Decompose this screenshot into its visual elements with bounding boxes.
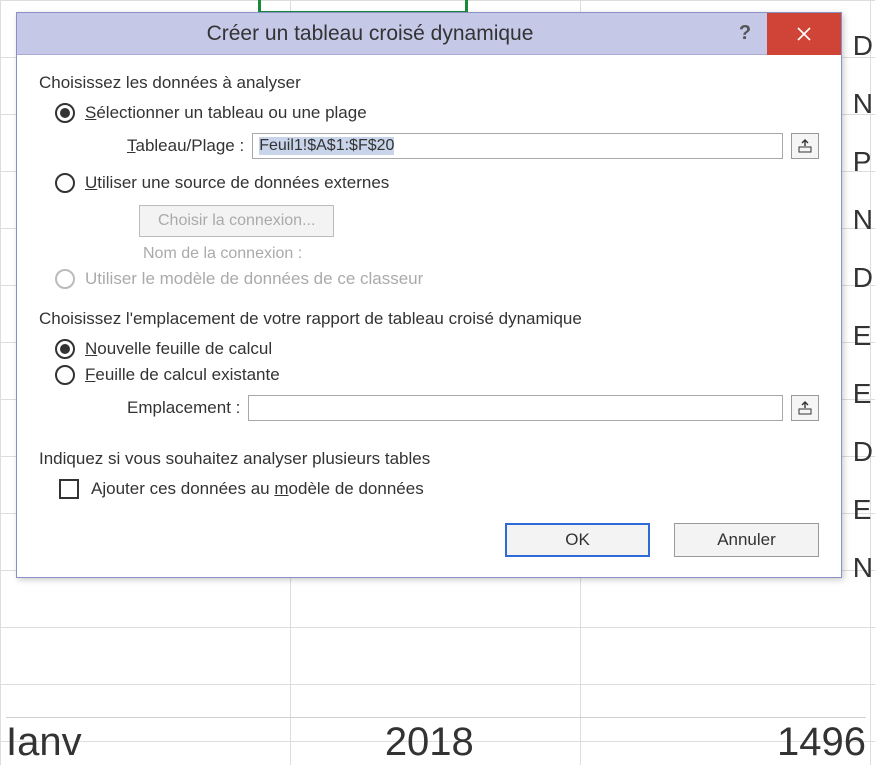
checkbox-add-to-model[interactable]: Ajouter ces données au modèle de données — [59, 479, 819, 499]
radio-new-sheet[interactable]: Nouvelle feuille de calcul — [55, 339, 819, 359]
checkbox-add-to-model-label: Ajouter ces données au modèle de données — [91, 479, 424, 499]
checkbox-icon — [59, 479, 79, 499]
table-range-value: Feuil1!$A$1:$F$20 — [259, 137, 394, 155]
titlebar[interactable]: Créer un tableau croisé dynamique ? — [17, 13, 841, 55]
radio-data-model: Utiliser le modèle de données de ce clas… — [55, 269, 819, 289]
choose-connection-button: Choisir la connexion... — [139, 205, 334, 237]
section-analyze-label: Choisissez les données à analyser — [39, 73, 819, 93]
close-button[interactable] — [767, 13, 841, 55]
radio-icon — [55, 339, 75, 359]
section-multi-tables-label: Indiquez si vous souhaitez analyser plus… — [39, 449, 819, 469]
ok-button[interactable]: OK — [505, 523, 650, 557]
background-column: D N P N D E E D E N — [853, 30, 873, 584]
radio-existing-sheet[interactable]: Feuille de calcul existante — [55, 365, 819, 385]
connection-name-label: Nom de la connexion : — [143, 245, 819, 263]
collapse-icon — [798, 139, 812, 153]
help-button[interactable]: ? — [723, 13, 767, 55]
table-range-input[interactable]: Feuil1!$A$1:$F$20 — [252, 133, 783, 159]
pivot-dialog: Créer un tableau croisé dynamique ? Choi… — [16, 12, 842, 578]
collapse-icon — [798, 401, 812, 415]
radio-new-sheet-label: Nouvelle feuille de calcul — [85, 339, 272, 359]
radio-icon — [55, 365, 75, 385]
background-row: Ianv 2018 1496 — [6, 717, 866, 765]
close-icon — [796, 26, 812, 42]
cancel-button[interactable]: Annuler — [674, 523, 819, 557]
radio-select-range[interactable]: Sélectionner un tableau ou une plage — [55, 103, 819, 123]
table-range-label: Tableau/Plage : — [127, 136, 244, 156]
radio-existing-sheet-label: Feuille de calcul existante — [85, 365, 280, 385]
dialog-title: Créer un tableau croisé dynamique — [17, 22, 723, 46]
collapse-location-button[interactable] — [791, 395, 819, 421]
radio-external-label: Utiliser une source de données externes — [85, 173, 389, 193]
location-input[interactable] — [248, 395, 783, 421]
section-location-label: Choisissez l'emplacement de votre rappor… — [39, 309, 819, 329]
radio-select-range-label: Sélectionner un tableau ou une plage — [85, 103, 367, 123]
collapse-range-button[interactable] — [791, 133, 819, 159]
radio-external-source[interactable]: Utiliser une source de données externes — [55, 173, 819, 193]
radio-icon — [55, 269, 75, 289]
radio-icon — [55, 173, 75, 193]
radio-icon — [55, 103, 75, 123]
location-label: Emplacement : — [127, 398, 240, 418]
radio-data-model-label: Utiliser le modèle de données de ce clas… — [85, 269, 423, 289]
